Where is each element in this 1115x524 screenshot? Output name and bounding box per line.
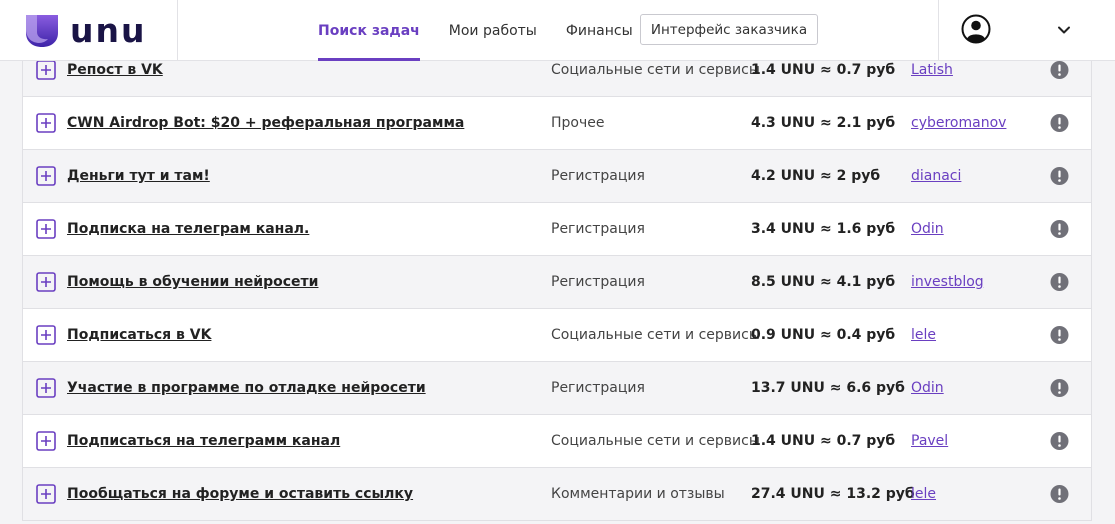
task-author[interactable]: investblog	[911, 274, 984, 290]
task-title[interactable]: Пообщаться на форуме и оставить ссылку	[67, 486, 413, 502]
exclamation-circle-icon[interactable]	[1050, 220, 1069, 239]
task-category: Регистрация	[551, 274, 645, 290]
nav-finances[interactable]: Финансы	[566, 0, 633, 61]
task-table: Репост в VK Социальные сети и сервисы 1.…	[22, 44, 1092, 521]
task-row: CWN Airdrop Bot: $20 + реферальная прогр…	[23, 97, 1091, 150]
nav-my-works[interactable]: Мои работы	[449, 0, 537, 61]
task-category: Регистрация	[551, 168, 645, 184]
task-price: 13.7 UNU ≈ 6.6 руб	[751, 380, 905, 396]
exclamation-circle-icon[interactable]	[1050, 432, 1069, 451]
task-author[interactable]: dianaci	[911, 168, 961, 184]
user-menu	[938, 0, 1115, 61]
exclamation-circle-icon[interactable]	[1050, 114, 1069, 133]
task-price: 8.5 UNU ≈ 4.1 руб	[751, 274, 896, 290]
task-title[interactable]: Подписка на телеграм канал.	[67, 221, 309, 237]
task-author[interactable]: lele	[911, 327, 936, 343]
nav-task-search[interactable]: Поиск задач	[318, 0, 420, 61]
plus-square-icon[interactable]	[36, 325, 56, 345]
task-title[interactable]: Помощь в обучении нейросети	[67, 274, 318, 290]
task-row: Подписаться на телеграмм канал Социальны…	[23, 415, 1091, 468]
task-author[interactable]: Odin	[911, 380, 944, 396]
task-author[interactable]: lele	[911, 486, 936, 502]
task-author[interactable]: cyberomanov	[911, 115, 1006, 131]
task-author[interactable]: Odin	[911, 221, 944, 237]
exclamation-circle-icon[interactable]	[1050, 61, 1069, 80]
task-category: Регистрация	[551, 380, 645, 396]
task-category: Регистрация	[551, 221, 645, 237]
plus-square-icon[interactable]	[36, 378, 56, 398]
task-price: 4.3 UNU ≈ 2.1 руб	[751, 115, 896, 131]
task-category: Социальные сети и сервисы	[551, 62, 760, 78]
task-category: Социальные сети и сервисы	[551, 433, 760, 449]
exclamation-circle-icon[interactable]	[1050, 273, 1069, 292]
top-header: unu Поиск задач Мои работы Финансы Интер…	[0, 0, 1115, 61]
task-row: Подписка на телеграм канал. Регистрация …	[23, 203, 1091, 256]
task-category: Прочее	[551, 115, 605, 131]
task-price: 3.4 UNU ≈ 1.6 руб	[751, 221, 896, 237]
logo-shield-icon	[26, 14, 58, 47]
plus-square-icon[interactable]	[36, 272, 56, 292]
chevron-down-icon[interactable]	[1057, 23, 1071, 37]
plus-square-icon[interactable]	[36, 431, 56, 451]
task-author[interactable]: Pavel	[911, 433, 948, 449]
logo-text: unu	[70, 11, 147, 50]
plus-square-icon[interactable]	[36, 60, 56, 80]
exclamation-circle-icon[interactable]	[1050, 326, 1069, 345]
task-row: Участие в программе по отладке нейросети…	[23, 362, 1091, 415]
task-row: Помощь в обучении нейросети Регистрация …	[23, 256, 1091, 309]
user-circle-icon[interactable]	[961, 14, 991, 44]
customer-interface-button[interactable]: Интерфейс заказчика	[640, 14, 818, 45]
plus-square-icon[interactable]	[36, 484, 56, 504]
task-row: Подписаться в VK Социальные сети и серви…	[23, 309, 1091, 362]
task-row: Деньги тут и там! Регистрация 4.2 UNU ≈ …	[23, 150, 1091, 203]
exclamation-circle-icon[interactable]	[1050, 167, 1069, 186]
task-price: 0.9 UNU ≈ 0.4 руб	[751, 327, 896, 343]
task-category: Социальные сети и сервисы	[551, 327, 760, 343]
exclamation-circle-icon[interactable]	[1050, 379, 1069, 398]
plus-square-icon[interactable]	[36, 166, 56, 186]
plus-square-icon[interactable]	[36, 219, 56, 239]
logo[interactable]: unu	[0, 0, 178, 61]
task-title[interactable]: Подписаться в VK	[67, 327, 211, 343]
task-price: 27.4 UNU ≈ 13.2 руб	[751, 486, 915, 502]
exclamation-circle-icon[interactable]	[1050, 485, 1069, 504]
task-title[interactable]: Деньги тут и там!	[67, 168, 210, 184]
task-price: 1.4 UNU ≈ 0.7 руб	[751, 433, 896, 449]
task-title[interactable]: Подписаться на телеграмм канал	[67, 433, 340, 449]
task-title[interactable]: Репост в VK	[67, 62, 163, 78]
task-price: 1.4 UNU ≈ 0.7 руб	[751, 62, 896, 78]
main-nav: Поиск задач Мои работы Финансы	[318, 0, 662, 61]
task-category: Комментарии и отзывы	[551, 486, 725, 502]
task-author[interactable]: Latish	[911, 62, 953, 78]
task-title[interactable]: Участие в программе по отладке нейросети	[67, 380, 426, 396]
plus-square-icon[interactable]	[36, 113, 56, 133]
task-row: Пообщаться на форуме и оставить ссылку К…	[23, 468, 1091, 521]
task-price: 4.2 UNU ≈ 2 руб	[751, 168, 881, 184]
task-title[interactable]: CWN Airdrop Bot: $20 + реферальная прогр…	[67, 115, 464, 131]
